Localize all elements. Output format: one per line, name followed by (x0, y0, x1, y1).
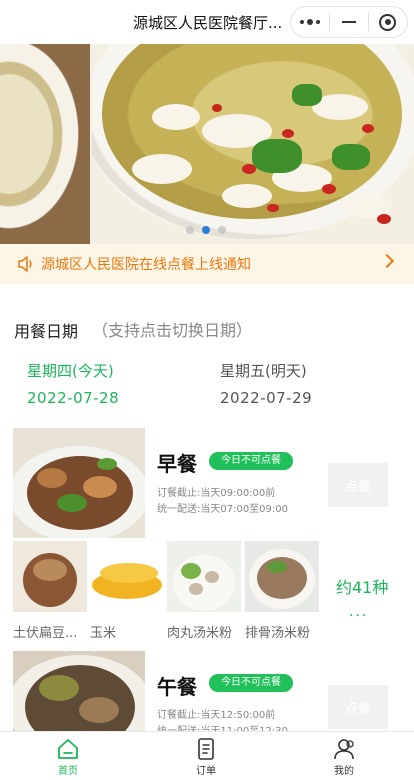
carousel-dot-active[interactable] (202, 226, 210, 234)
tab-label: 订单 (196, 766, 216, 777)
minimize-button[interactable] (330, 7, 368, 37)
date-value: 2022-07-29 (220, 389, 313, 407)
dish-name: 肉丸汤米粉 (167, 626, 233, 641)
capsule-menu (290, 6, 408, 38)
dish-item[interactable]: 排骨汤米粉 (245, 541, 319, 641)
dish-image (90, 541, 164, 612)
meal-deadline: 订餐截止:当天09:00:00前 (157, 488, 276, 499)
tab-bar: 首页 订单 我的 (0, 731, 414, 780)
speaker-icon (18, 256, 32, 272)
nav-title: 源城区人民医院餐厅... (133, 14, 283, 32)
notice-bar[interactable]: 源城区人民医院在线点餐上线通知 (0, 244, 414, 284)
breakfast-image (13, 428, 145, 538)
dish-image (13, 541, 87, 612)
profile-icon (334, 739, 354, 760)
tab-orders[interactable]: 订单 (176, 738, 236, 777)
date-option-today[interactable]: 星期四(今天) 2022-07-28 (27, 360, 197, 407)
order-button-lunch[interactable]: 点餐 (328, 685, 388, 729)
more-dishes-ellipsis[interactable]: ... (349, 604, 368, 620)
date-section-hint: （支持点击切换日期） (92, 321, 253, 340)
minus-icon (341, 21, 356, 23)
dish-name: 玉米 (90, 626, 117, 641)
meal-deadline: 订餐截止:当天12:50:00前 (157, 710, 276, 721)
meal-status-badge: 今日不可点餐 (209, 674, 293, 692)
app-page: 源城区人民医院餐厅... 源城区人民医院在线点餐上线通知 用餐日期 （支持点击切… (0, 0, 414, 780)
date-weekday: 星期四(今天) (27, 362, 114, 380)
meal-name-lunch: 午餐 (157, 675, 197, 699)
more-options-button[interactable] (291, 7, 329, 37)
dish-image (245, 541, 319, 612)
meal-status-badge: 今日不可点餐 (209, 452, 293, 470)
date-section-title: 用餐日期 (14, 322, 79, 341)
banner-slide-current (92, 44, 414, 244)
tab-label: 首页 (58, 766, 78, 777)
date-value: 2022-07-28 (27, 389, 120, 407)
tab-home[interactable]: 首页 (38, 738, 98, 777)
meal-name-breakfast: 早餐 (157, 452, 197, 476)
date-weekday: 星期五(明天) (220, 362, 307, 380)
carousel-dot[interactable] (186, 226, 194, 234)
dish-item[interactable]: 肉丸汤米粉 (167, 541, 241, 641)
order-button-breakfast[interactable]: 点餐 (328, 463, 388, 507)
date-option-tomorrow[interactable]: 星期五(明天) 2022-07-29 (220, 360, 390, 407)
order-icon (198, 738, 214, 760)
dish-item[interactable]: 玉米 (90, 541, 164, 641)
carousel-indicators (186, 226, 226, 234)
dish-name: 土伏扁豆... (13, 626, 78, 641)
dish-name: 排骨汤米粉 (245, 626, 311, 641)
dish-image (167, 541, 241, 612)
tab-label: 我的 (334, 766, 354, 777)
carousel-dot[interactable] (218, 226, 226, 234)
more-dots-icon (300, 19, 320, 25)
more-dishes-count[interactable]: 约41种 (336, 574, 388, 598)
notice-text: 源城区人民医院在线点餐上线通知 (41, 257, 251, 273)
tab-profile[interactable]: 我的 (314, 738, 374, 777)
nav-bar: 源城区人民医院餐厅... (0, 0, 414, 44)
home-icon (58, 739, 78, 759)
meal-delivery: 统一配送:当天07:00至09:00 (157, 504, 289, 515)
banner-carousel[interactable] (0, 44, 414, 244)
chevron-right-icon (379, 253, 395, 269)
close-miniprogram-button[interactable] (369, 7, 407, 37)
dish-item[interactable]: 土伏扁豆... (13, 541, 87, 641)
banner-slide-previous (0, 44, 90, 244)
target-icon (379, 13, 397, 31)
